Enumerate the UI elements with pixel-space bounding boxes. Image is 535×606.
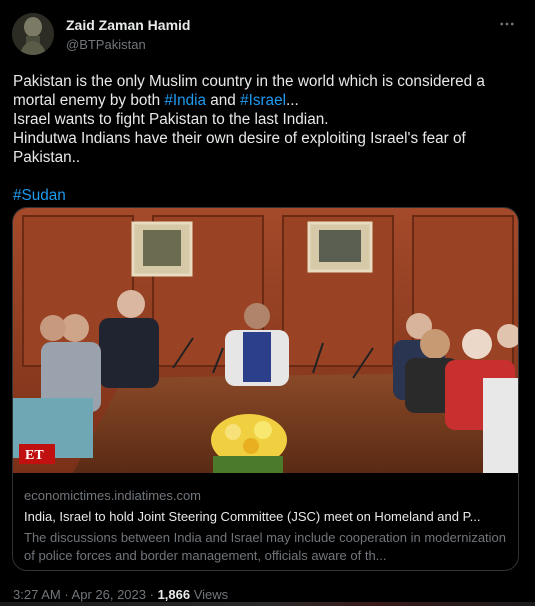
tweet-text-line <box>13 167 523 186</box>
tweet-text-segment: and <box>206 92 241 109</box>
card-title: India, Israel to hold Joint Steering Com… <box>24 509 481 524</box>
tweet-timestamp: 3:27 AM · Apr 26, 2023 · 1,866 Views <box>13 587 228 602</box>
tweet-text-line: Pakistan is the only Muslim country in t… <box>13 72 523 91</box>
hashtag-link[interactable]: #India <box>164 92 206 109</box>
separator: · <box>146 587 158 602</box>
more-horizontal-icon <box>500 22 514 26</box>
tweet-text-line: mortal enemy by both #India and #Israel.… <box>13 91 523 110</box>
tweet-time[interactable]: 3:27 AM <box>13 587 61 602</box>
card-description: The discussions between India and Israel… <box>24 530 507 563</box>
tweet-text-line: #Sudan <box>13 186 523 205</box>
author-handle[interactable]: @BTPakistan <box>66 37 146 52</box>
views-count: 1,866 <box>157 587 191 602</box>
link-card[interactable]: ET economictimes.indiatimes.com India, I… <box>12 207 519 571</box>
card-image-watermark: ET <box>25 448 44 463</box>
avatar[interactable] <box>12 13 54 55</box>
card-meta[interactable]: economictimes.indiatimes.com India, Isra… <box>24 487 509 565</box>
tweet-text-segment: Israel wants to fight Pakistan to the la… <box>13 111 329 128</box>
tweet-text-segment: Hindutwa Indians have their own desire o… <box>13 130 466 147</box>
card-domain: economictimes.indiatimes.com <box>24 488 202 503</box>
card-image[interactable]: ET <box>13 208 518 473</box>
bottom-strip <box>0 602 535 606</box>
tweet-text-segment: mortal enemy by both <box>13 92 165 109</box>
tweet-text-line: Pakistan.. <box>13 148 523 167</box>
tweet-text-segment: Pakistan.. <box>13 149 81 166</box>
more-options-button[interactable] <box>497 14 517 34</box>
views-label: Views <box>190 587 229 602</box>
hashtag-link[interactable]: #Israel <box>240 92 286 109</box>
tweet-text: Pakistan is the only Muslim country in t… <box>13 72 523 205</box>
tweet-text-line: Hindutwa Indians have their own desire o… <box>13 129 523 148</box>
separator: · <box>60 587 72 602</box>
tweet-text-line: Israel wants to fight Pakistan to the la… <box>13 110 523 129</box>
tweet-date[interactable]: Apr 26, 2023 <box>72 587 146 602</box>
hashtag-link[interactable]: #Sudan <box>13 187 66 204</box>
tweet[interactable]: Zaid Zaman Hamid @BTPakistan Pakistan is… <box>0 0 535 606</box>
tweet-text-segment: ... <box>285 92 299 109</box>
tweet-text-segment: Pakistan is the only Muslim country in t… <box>13 73 485 90</box>
author-display-name[interactable]: Zaid Zaman Hamid <box>66 17 190 33</box>
